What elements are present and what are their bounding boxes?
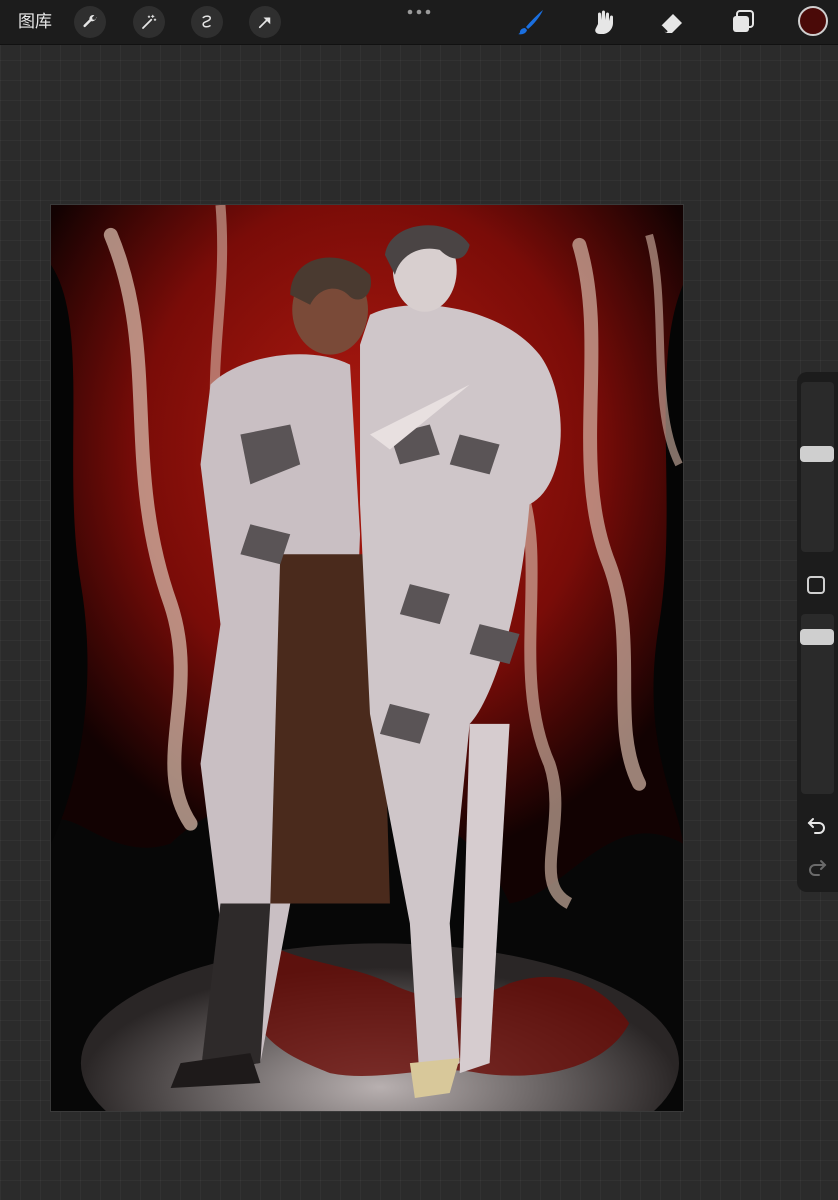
gallery-button[interactable]: 图库	[18, 10, 52, 34]
brush-sidebar	[797, 372, 838, 892]
selection-button[interactable]	[191, 6, 223, 38]
paint-tool-button[interactable]	[516, 7, 546, 37]
top-toolbar: 图库	[0, 0, 838, 45]
color-swatch-button[interactable]	[798, 6, 828, 36]
layers-icon	[733, 10, 754, 32]
selection-icon	[202, 15, 211, 28]
magic-wand-icon	[142, 14, 157, 29]
brush-icon	[518, 10, 543, 35]
eraser-icon	[660, 14, 682, 33]
smudge-tool-button[interactable]	[587, 7, 617, 37]
layers-button[interactable]	[728, 7, 758, 37]
transform-arrow-icon	[258, 17, 271, 29]
undo-icon[interactable]	[806, 813, 828, 835]
drawing-canvas[interactable]	[50, 204, 684, 1112]
redo-icon[interactable]	[806, 855, 828, 877]
eraser-tool-button[interactable]	[657, 7, 687, 37]
modify-square-icon[interactable]	[807, 576, 825, 594]
artwork	[51, 205, 683, 1111]
brush-size-slider[interactable]	[801, 382, 834, 552]
smudge-icon	[595, 10, 613, 34]
actions-button[interactable]	[74, 6, 106, 38]
brush-size-handle[interactable]	[800, 446, 834, 462]
transform-button[interactable]	[249, 6, 281, 38]
wrench-icon	[83, 15, 97, 28]
opacity-handle[interactable]	[800, 629, 834, 645]
adjustments-button[interactable]	[133, 6, 165, 38]
more-dots-icon[interactable]	[406, 6, 432, 18]
